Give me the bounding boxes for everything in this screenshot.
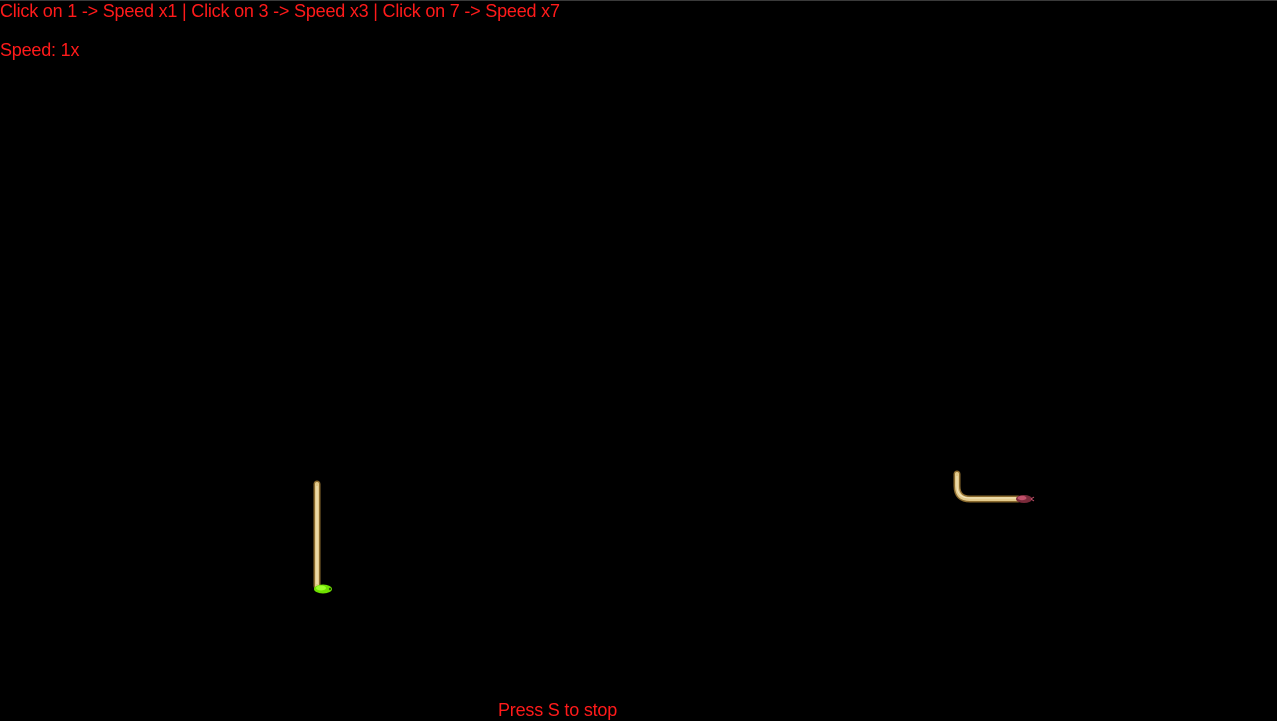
game-canvas[interactable]: Click on 1 -> Speed x1 | Click on 3 -> S… [0, 0, 1277, 721]
snake-2-body-stripe [956, 476, 1016, 499]
stop-hint: Press S to stop [498, 700, 618, 720]
play-field [313, 470, 1035, 594]
snake-player-2 [953, 470, 1035, 503]
red-snake-head-icon [1016, 495, 1035, 503]
green-snake-head-icon [314, 584, 332, 594]
snake-player-1 [313, 480, 332, 594]
snake-2-body [953, 470, 1022, 503]
